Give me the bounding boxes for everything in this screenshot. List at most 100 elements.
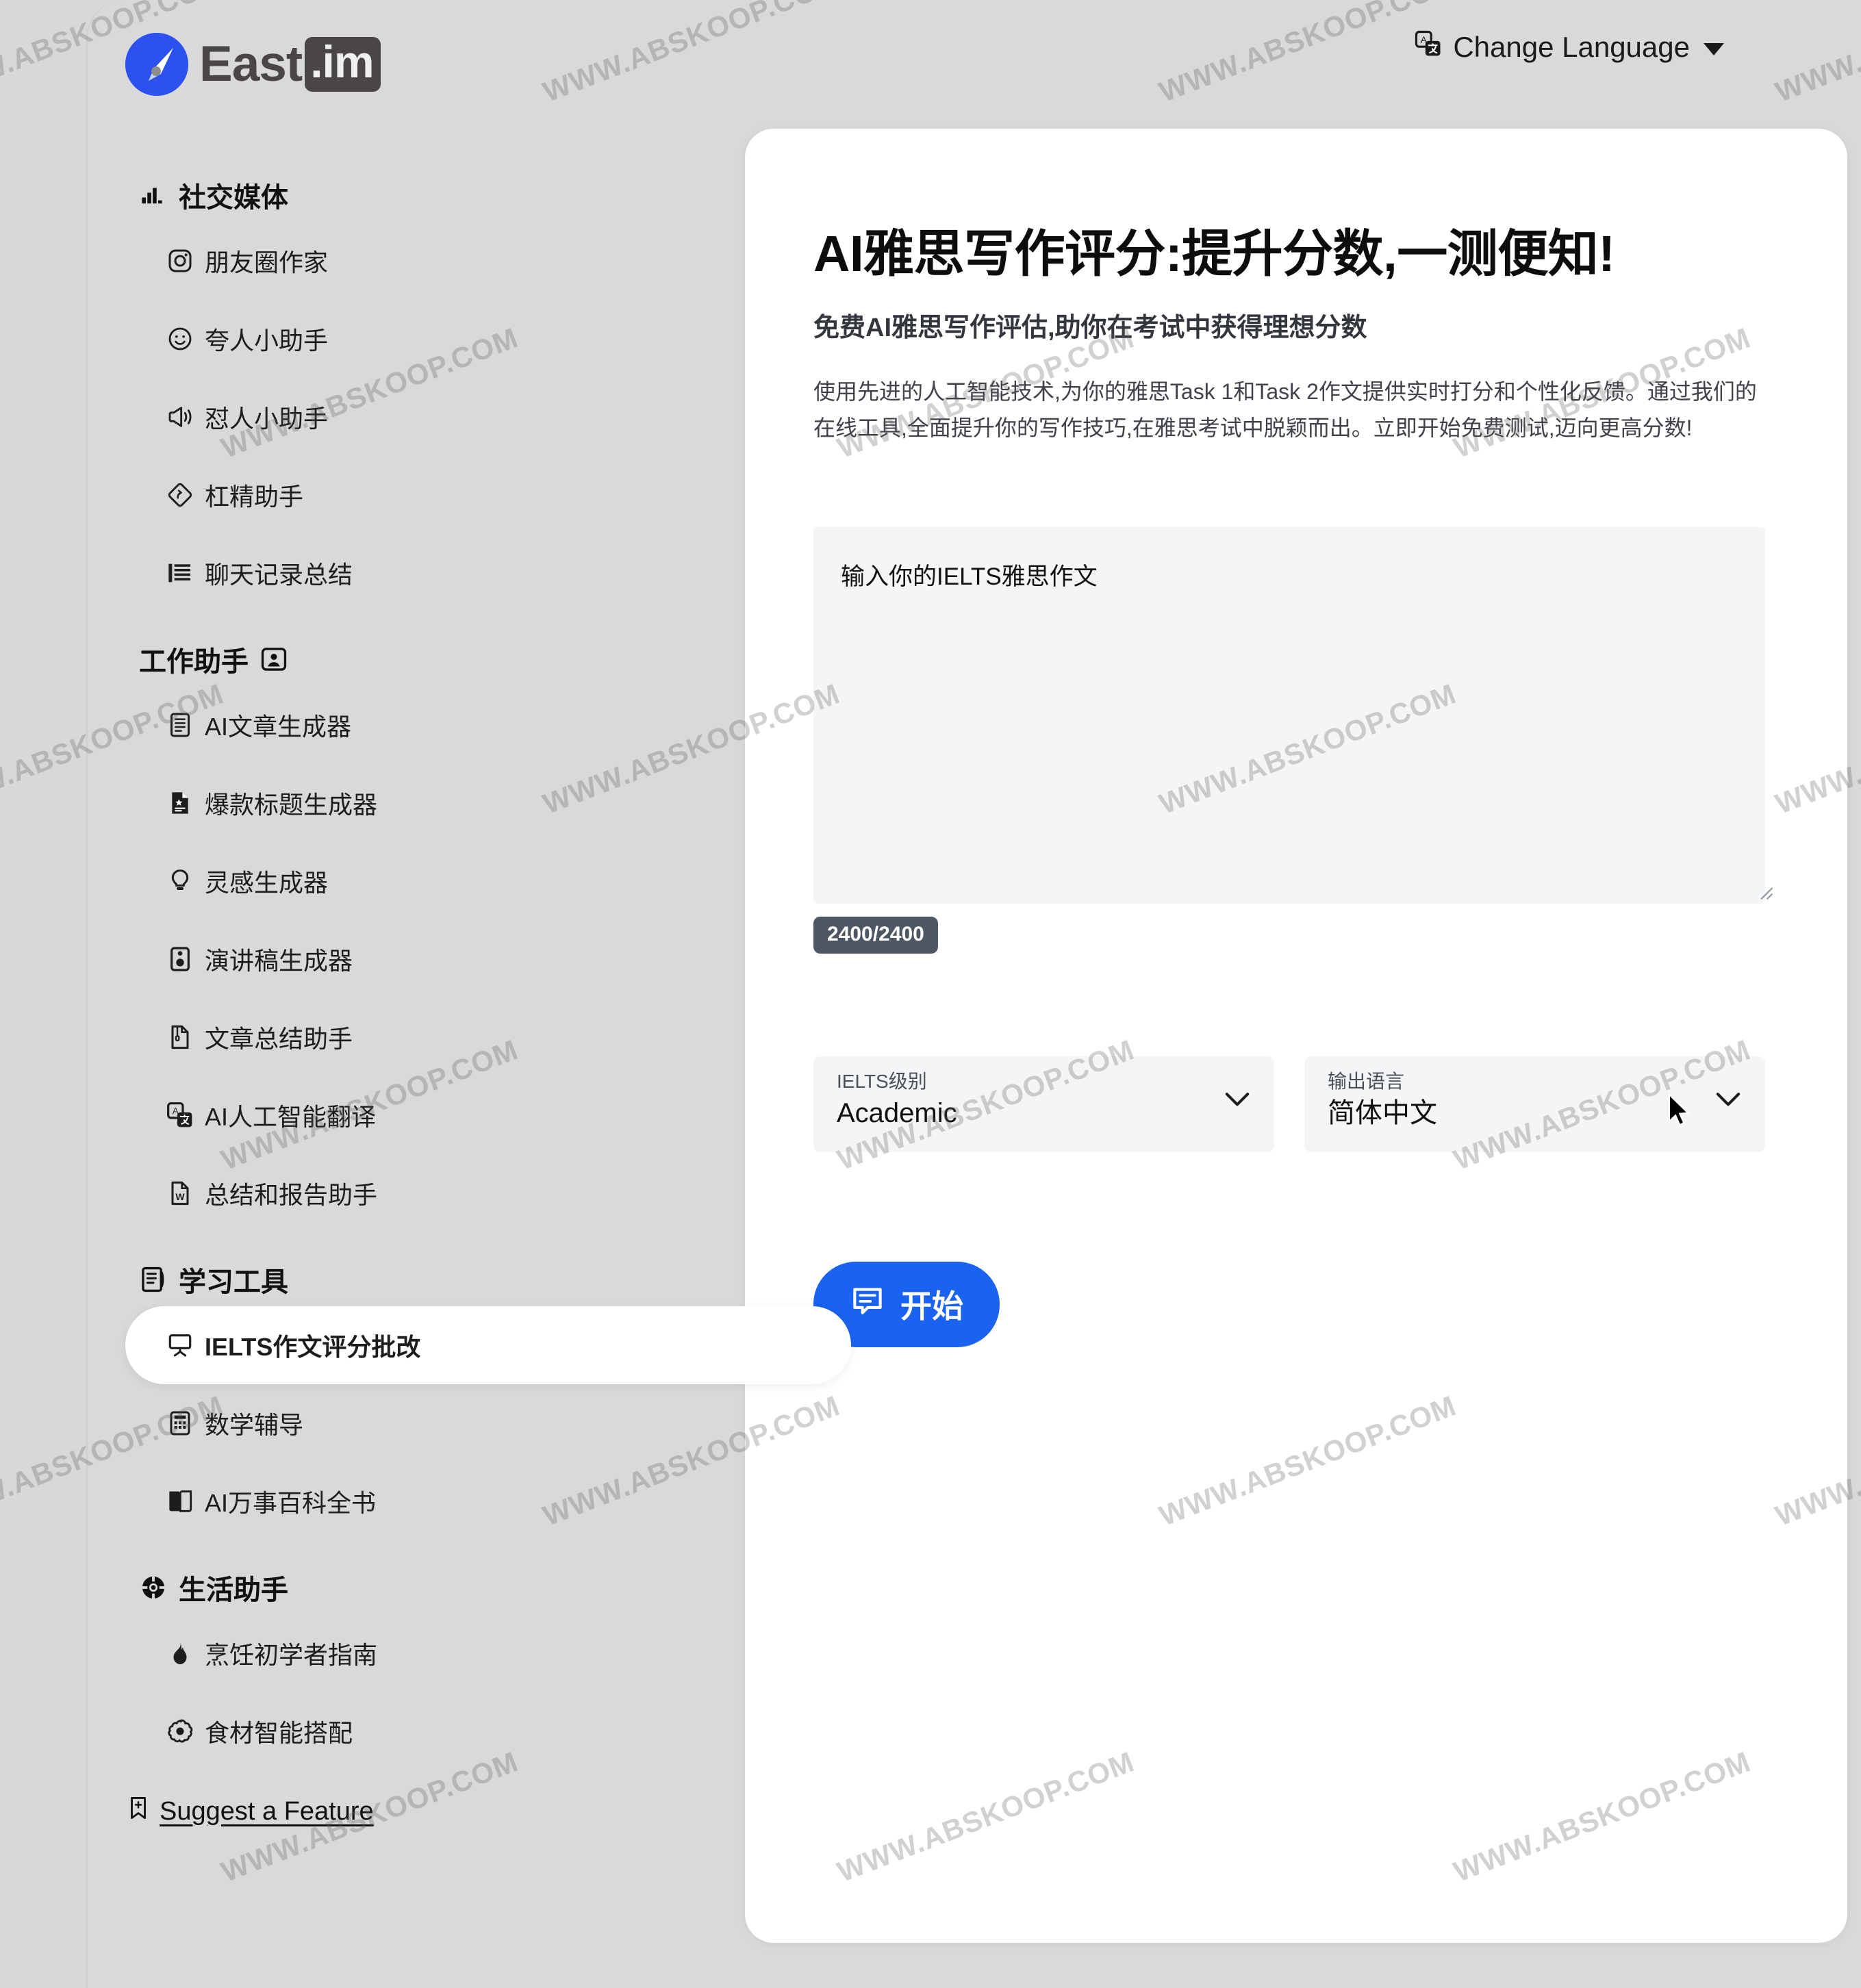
sidebar-item-article-summary[interactable]: 文章总结助手 xyxy=(125,998,656,1076)
ielts-level-label: IELTS级别 xyxy=(837,1070,927,1092)
sidebar-item-label: 文章总结助手 xyxy=(205,1025,353,1053)
sidebar-item-headline-generator[interactable]: 爆款标题生成器 xyxy=(125,764,656,842)
output-language-value: 简体中文 xyxy=(1328,1098,1437,1129)
sidebar: 社交媒体 朋友圈作家 夸人小助手 怼人小助手 杠精助手 聊天记录总结 工作助手 … xyxy=(88,137,851,1988)
sidebar-item-nitpick-helper[interactable]: 杠精助手 xyxy=(125,456,656,534)
sidebar-item-summary-report[interactable]: W 总结和报告助手 xyxy=(125,1154,656,1232)
flame-icon xyxy=(166,1640,194,1667)
main-content-card: AI雅思写作评分:提升分数,一测便知! 免费AI雅思写作评估,助你在考试中获得理… xyxy=(745,129,1847,1943)
sidebar-item-label: 烹饪初学者指南 xyxy=(205,1641,378,1669)
sidebar-item-speech-generator[interactable]: 演讲稿生成器 xyxy=(125,920,656,998)
document-lines-icon xyxy=(166,711,194,739)
compass-icon xyxy=(125,33,188,96)
start-button-label: 开始 xyxy=(900,1288,963,1325)
character-counter: 2400/2400 xyxy=(813,916,938,954)
sidebar-item-label: 食材智能搭配 xyxy=(205,1719,353,1747)
sidebar-item-label: AI万事百科全书 xyxy=(205,1489,377,1517)
chalkboard-icon xyxy=(139,1265,168,1294)
book-icon xyxy=(166,1488,194,1515)
sidebar-item-ai-article-generator[interactable]: AI文章生成器 xyxy=(125,686,656,764)
sidebar-item-label: 爆款标题生成器 xyxy=(205,791,378,819)
lifebuoy-icon xyxy=(139,1573,168,1602)
svg-text:W: W xyxy=(175,1191,185,1202)
projector-icon xyxy=(166,1331,194,1359)
speaker-icon xyxy=(166,945,194,973)
suggest-feature-link[interactable]: Suggest a Feature xyxy=(125,1795,656,1828)
megaphone-icon xyxy=(166,403,194,431)
sidebar-item-label: 夸人小助手 xyxy=(205,327,329,355)
sidebar-item-roast-helper[interactable]: 怼人小助手 xyxy=(125,378,656,456)
smiley-icon xyxy=(166,325,194,353)
change-language-label: Change Language xyxy=(1453,31,1690,63)
sidebar-item-ielts-scoring[interactable]: IELTS作文评分批改 xyxy=(125,1306,851,1384)
sidebar-item-math-tutor[interactable]: 数学辅导 xyxy=(125,1384,656,1462)
suggest-feature-label: Suggest a Feature xyxy=(160,1796,374,1826)
instagram-icon xyxy=(166,247,194,275)
sidebar-group-title-social: 社交媒体 xyxy=(139,173,656,218)
chevron-down-icon xyxy=(1716,1092,1740,1107)
calculator-icon xyxy=(166,1410,194,1437)
diamond-arrow-icon xyxy=(166,481,194,509)
sidebar-item-chat-summary[interactable]: 聊天记录总结 xyxy=(125,534,656,612)
chat-bubble-icon xyxy=(850,1283,885,1326)
egg-icon xyxy=(166,1718,194,1745)
lightbulb-icon xyxy=(166,867,194,895)
person-card-icon xyxy=(259,645,288,674)
output-language-select[interactable]: 输出语言 简体中文 xyxy=(1304,1056,1765,1152)
sidebar-item-label: 总结和报告助手 xyxy=(205,1181,378,1209)
brand-name: East xyxy=(199,36,303,92)
chevron-down-icon xyxy=(1225,1092,1250,1107)
sidebar-item-ai-translate[interactable]: A AI人工智能翻译 xyxy=(125,1076,656,1154)
page-description: 使用先进的人工智能技术,为你的雅思Task 1和Task 2作文提供实时打分和个… xyxy=(813,379,1757,440)
sidebar-item-label: AI人工智能翻译 xyxy=(205,1103,377,1131)
sidebar-group-title-life: 生活助手 xyxy=(139,1565,656,1610)
caret-down-icon xyxy=(1704,43,1724,55)
bookmark-plus-icon xyxy=(125,1795,151,1828)
essay-input[interactable] xyxy=(813,526,1765,904)
sidebar-item-label: 杠精助手 xyxy=(205,483,304,511)
page-subtitle: 免费AI雅思写作评估,助你在考试中获得理想分数 xyxy=(813,314,1367,343)
sidebar-group-title-work: 工作助手 xyxy=(139,637,656,682)
top-header: East .im A Change Language xyxy=(88,0,1861,137)
sidebar-item-label: IELTS作文评分批改 xyxy=(205,1333,421,1361)
sidebar-item-ingredient-matching[interactable]: 食材智能搭配 xyxy=(125,1692,656,1770)
group-label: 社交媒体 xyxy=(179,183,288,213)
options-row: IELTS级别 Academic 输出语言 简体中文 xyxy=(813,1056,1779,1152)
translate-icon: A xyxy=(1415,30,1442,64)
sidebar-item-pengyouquan-writer[interactable]: 朋友圈作家 xyxy=(125,222,656,300)
sidebar-item-label: 聊天记录总结 xyxy=(205,561,353,589)
ielts-level-select[interactable]: IELTS级别 Academic xyxy=(813,1056,1274,1152)
sidebar-item-cooking-guide[interactable]: 烹饪初学者指南 xyxy=(125,1614,656,1692)
sidebar-item-label: 朋友圈作家 xyxy=(205,248,329,277)
brand-logo[interactable]: East .im xyxy=(125,33,381,96)
brand-suffix: .im xyxy=(305,37,381,92)
file-zip-icon xyxy=(166,1023,194,1051)
sidebar-item-inspiration-generator[interactable]: 灵感生成器 xyxy=(125,842,656,920)
sidebar-item-label: 数学辅导 xyxy=(205,1411,304,1439)
sidebar-item-label: 灵感生成器 xyxy=(205,869,329,897)
page-frame: East .im A Change Language 社交媒体 朋友圈作家 夸人… xyxy=(88,0,1861,1988)
group-label: 学习工具 xyxy=(179,1267,288,1297)
page-title: AI雅思写作评分:提升分数,一测便知! xyxy=(813,225,1615,282)
sidebar-item-compliment-helper[interactable]: 夸人小助手 xyxy=(125,300,656,378)
sidebar-item-label: 演讲稿生成器 xyxy=(205,947,353,975)
sidebar-item-label: 怼人小助手 xyxy=(205,405,329,433)
lines-icon xyxy=(166,559,194,587)
change-language-button[interactable]: A Change Language xyxy=(1415,30,1724,64)
file-star-icon xyxy=(166,789,194,817)
app-root: East .im A Change Language 社交媒体 朋友圈作家 夸人… xyxy=(0,0,1861,1988)
file-word-icon: W xyxy=(166,1180,194,1207)
sidebar-group-title-study: 学习工具 xyxy=(139,1257,656,1302)
brand-text: East .im xyxy=(199,36,381,92)
sidebar-item-ai-encyclopedia[interactable]: AI万事百科全书 xyxy=(125,1462,656,1540)
essay-input-wrapper xyxy=(813,446,1779,907)
ielts-level-value: Academic xyxy=(837,1098,957,1129)
translate-icon: A xyxy=(166,1101,194,1129)
bar-chart-icon xyxy=(139,181,168,209)
group-label: 工作助手 xyxy=(139,647,249,677)
output-language-label: 输出语言 xyxy=(1328,1070,1405,1092)
sidebar-item-label: AI文章生成器 xyxy=(205,713,352,741)
